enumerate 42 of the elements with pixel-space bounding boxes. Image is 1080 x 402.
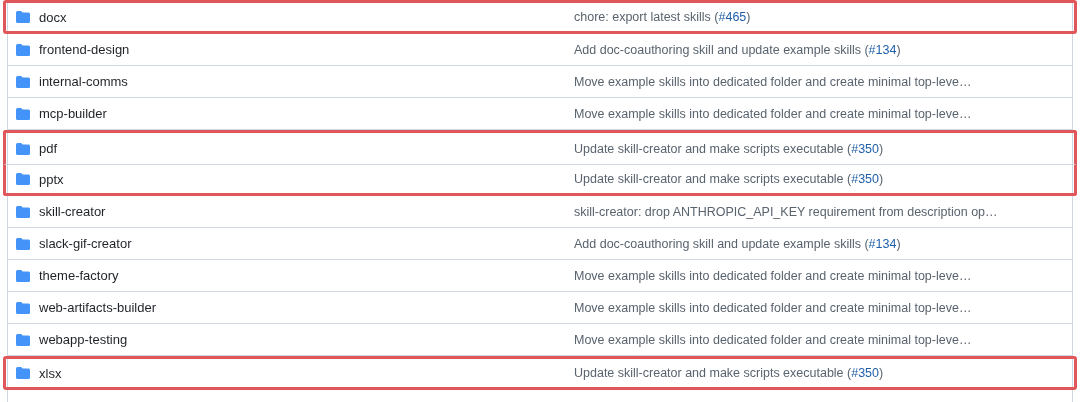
commit-message: skill-creator: drop ANTHROPIC_API_KEY requirement from description op…: [574, 204, 999, 219]
folder-name-link[interactable]: theme-factory: [39, 268, 119, 283]
folder-name-link[interactable]: frontend-design: [39, 42, 130, 57]
commit-message: Add doc-coauthoring skill and update example skills (#134): [574, 42, 902, 57]
pull-request-link[interactable]: #465: [718, 10, 747, 24]
folder-icon: [16, 205, 30, 218]
pull-request-link[interactable]: #350: [851, 366, 880, 380]
commit-message: Move example skills into dedicated folder and create minimal top-leve…: [574, 300, 973, 315]
pull-request-link[interactable]: #350: [851, 141, 880, 156]
folder-name-link[interactable]: slack-gif-creator: [39, 236, 132, 251]
folder-icon: [16, 142, 30, 155]
folder-icon: [16, 333, 30, 346]
folder-icon: [16, 301, 30, 314]
folder-icon: [16, 75, 30, 88]
folder-name-link[interactable]: pptx: [39, 171, 64, 187]
folder-icon: [16, 173, 30, 185]
folder-icon: [16, 237, 30, 250]
commit-message: Move example skills into dedicated folder and create minimal top-leve…: [574, 268, 973, 283]
folder-name-link[interactable]: web-artifacts-builder: [39, 300, 157, 315]
commit-message: Update skill-creator and make scripts executable (#350): [574, 172, 885, 186]
commit-message: Move example skills into dedicated folder and create minimal top-leve…: [574, 106, 973, 121]
folder-name-link[interactable]: mcp-builder: [39, 106, 107, 121]
pull-request-link[interactable]: #134: [868, 236, 897, 251]
folder-name-link[interactable]: skill-creator: [39, 204, 106, 219]
commit-message: Update skill-creator and make scripts executable (#350): [574, 141, 885, 156]
folder-icon: [16, 107, 30, 120]
folder-icon: [16, 11, 30, 23]
commit-message: Move example skills into dedicated folder and create minimal top-leve…: [574, 74, 973, 89]
folder-name-link[interactable]: docx: [39, 9, 67, 25]
folder-icon: [16, 367, 30, 379]
commit-message: Move example skills into dedicated folder and create minimal top-leve…: [574, 332, 973, 347]
pull-request-link[interactable]: #350: [851, 172, 880, 186]
commit-message: Update skill-creator and make scripts executable (#350): [574, 366, 885, 380]
pull-request-link[interactable]: #134: [868, 42, 897, 57]
commit-message: chore: export latest skills (#465): [574, 10, 752, 24]
folder-name-link[interactable]: internal-comms: [39, 74, 128, 89]
folder-name-link[interactable]: xlsx: [39, 365, 62, 381]
folder-icon: [16, 43, 30, 56]
commit-message: Add doc-coauthoring skill and update example skills (#134): [574, 236, 902, 251]
folder-name-link[interactable]: pdf: [39, 141, 58, 156]
folder-name-link[interactable]: webapp-testing: [39, 332, 128, 347]
folder-icon: [16, 269, 30, 282]
